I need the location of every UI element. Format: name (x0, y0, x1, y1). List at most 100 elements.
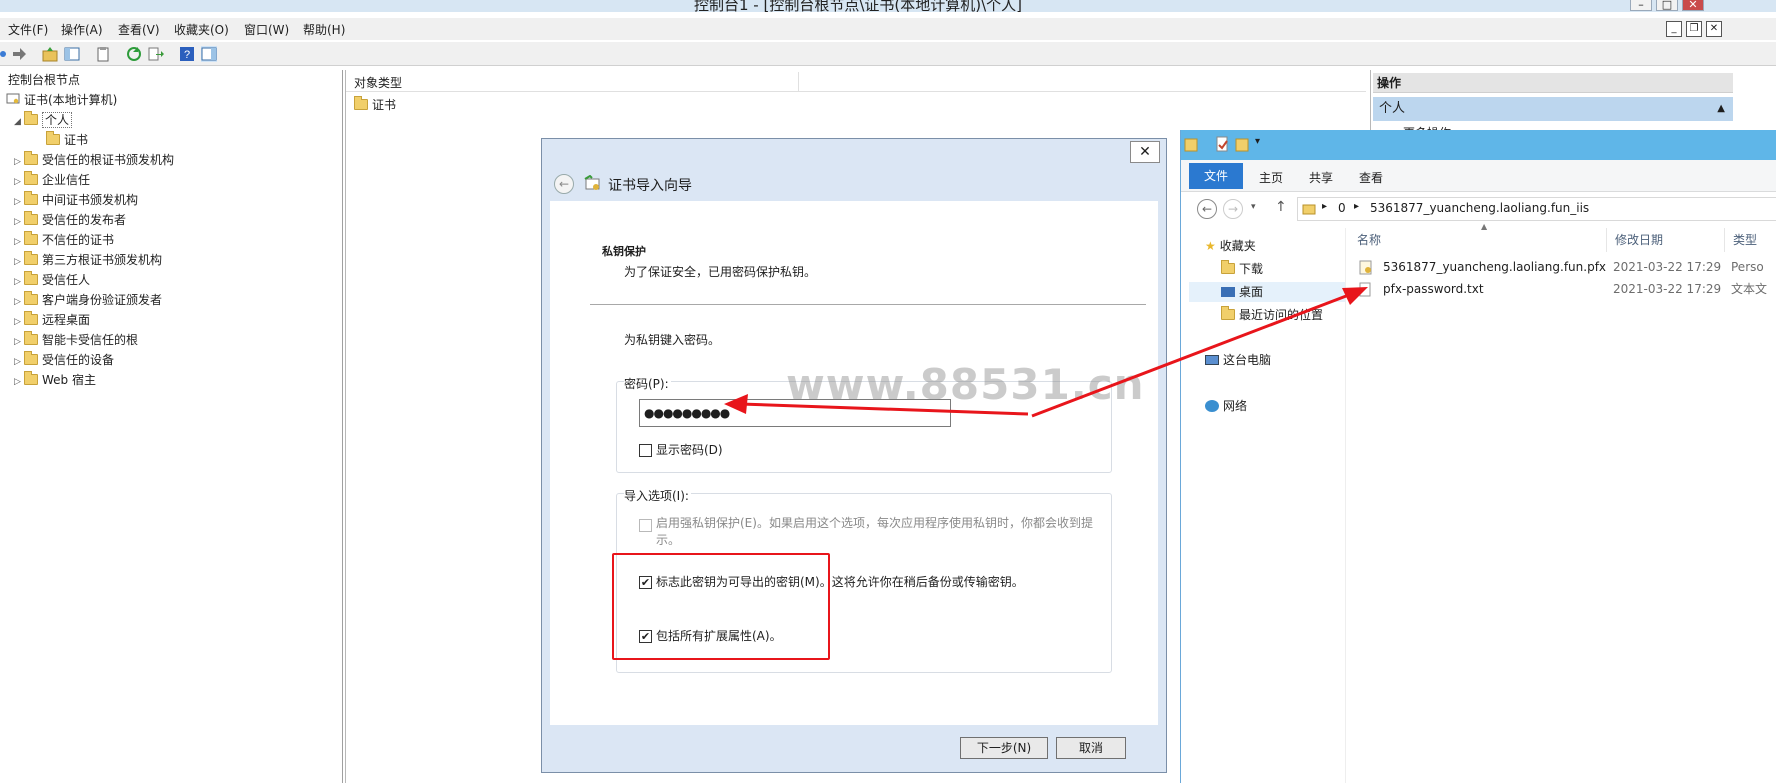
recent-locations-icon[interactable]: ▾ (1251, 202, 1256, 212)
tree-item[interactable]: ▷ 受信任的设备 (14, 350, 114, 370)
properties-icon[interactable] (1215, 136, 1229, 152)
up-folder-icon[interactable] (42, 46, 58, 62)
up-arrow-icon[interactable]: ↑ (1275, 199, 1287, 215)
tree-item[interactable]: ▷ 不信任的证书 (14, 230, 114, 250)
nav-favorites[interactable]: ★ 收藏夹 (1205, 236, 1256, 256)
nav-forward-button[interactable]: → (1223, 199, 1243, 219)
wizard-close-button[interactable]: ✕ (1130, 141, 1160, 163)
menu-window[interactable]: 窗口(W) (244, 21, 289, 38)
menu-help[interactable]: 帮助(H) (303, 21, 345, 38)
mdi-minimize-button[interactable]: _ (1666, 21, 1682, 37)
close-window-button[interactable]: ✕ (1682, 0, 1704, 11)
mdi-close-button[interactable]: ✕ (1706, 21, 1722, 37)
expand-icon[interactable]: ▷ (14, 332, 24, 352)
actions-header: 操作 (1373, 73, 1733, 93)
back-icon[interactable] (0, 46, 10, 62)
file-type: 文本文 (1731, 282, 1768, 296)
expand-icon[interactable]: ▷ (14, 312, 24, 332)
expand-icon[interactable]: ▷ (14, 152, 24, 172)
menu-action[interactable]: 操作(A) (61, 21, 103, 38)
next-button[interactable]: 下一步(N) (960, 737, 1048, 759)
refresh-icon[interactable] (126, 46, 142, 62)
ribbon-tab-view[interactable]: 查看 (1359, 169, 1383, 186)
tree-item-label: 智能卡受信任的根 (42, 333, 139, 347)
tree-item-personal[interactable]: ◢ 个人 (14, 110, 73, 132)
column-type[interactable]: 类型 (1725, 228, 1776, 252)
ribbon-tab-share[interactable]: 共享 (1309, 169, 1333, 186)
tree-item[interactable]: ▷ 中间证书颁发机构 (14, 190, 138, 210)
collapse-icon[interactable]: ◢ (14, 112, 24, 132)
file-type: Perso (1731, 260, 1764, 274)
tree-item[interactable]: ▷ 智能卡受信任的根 (14, 330, 138, 350)
show-password-label[interactable]: 显示密码(D) (656, 441, 723, 458)
forward-icon[interactable] (11, 46, 27, 62)
tree-item-personal-certificates[interactable]: 证书 (46, 130, 88, 150)
expand-icon[interactable]: ▷ (14, 192, 24, 212)
show-password-checkbox[interactable] (639, 444, 652, 457)
expand-icon[interactable]: ▷ (14, 232, 24, 252)
expand-icon[interactable]: ▷ (14, 252, 24, 272)
expand-icon[interactable]: ▷ (14, 272, 24, 292)
nav-downloads[interactable]: 下载 (1221, 259, 1263, 279)
address-bar[interactable]: ▸ 0 ▸ 5361877_yuancheng.laoliang.fun_iis (1297, 197, 1776, 221)
help-icon[interactable]: ? (179, 46, 195, 62)
expand-icon[interactable]: ▷ (14, 212, 24, 232)
ribbon-tab-file[interactable]: 文件 (1189, 163, 1243, 189)
password-prompt: 为私钥键入密码。 (624, 333, 721, 347)
menu-file[interactable]: 文件(F) (8, 21, 48, 38)
show-hide-tree-icon[interactable] (64, 46, 80, 62)
quick-access-dropdown-icon[interactable]: ▾ (1255, 136, 1260, 147)
computer-icon (1205, 355, 1219, 365)
file-row[interactable]: 5361877_yuancheng.laoliang.fun.pfx 2021-… (1349, 256, 1776, 278)
new-folder-icon[interactable] (1235, 136, 1249, 152)
tree-item[interactable]: ▷ 受信任的发布者 (14, 210, 126, 230)
menu-view[interactable]: 查看(V) (118, 21, 160, 38)
nav-back-button[interactable]: ← (1197, 199, 1217, 219)
minimize-button[interactable]: – (1630, 0, 1652, 11)
nav-network[interactable]: 网络 (1205, 396, 1247, 416)
cancel-button[interactable]: 取消 (1056, 737, 1126, 759)
nav-recent[interactable]: 最近访问的位置 (1221, 305, 1323, 325)
expand-icon[interactable]: ▷ (14, 372, 24, 392)
tree-item[interactable]: ▷ 企业信任 (14, 170, 90, 190)
column-date-modified[interactable]: 修改日期 (1607, 228, 1725, 252)
show-hide-action-pane-icon[interactable] (201, 46, 217, 62)
breadcrumb-drive[interactable]: 0 (1338, 201, 1346, 215)
menu-favorites[interactable]: 收藏夹(O) (174, 21, 229, 38)
wizard-back-button[interactable]: ← (554, 174, 574, 194)
results-row-certificates[interactable]: 证书 (354, 96, 396, 113)
file-row[interactable]: pfx-password.txt 2021-03-22 17:29 文本文 (1349, 278, 1776, 300)
tree-item[interactable]: ▷ 远程桌面 (14, 310, 90, 330)
file-date: 2021-03-22 17:29 (1613, 282, 1722, 296)
tree-item[interactable]: ▷ Web 宿主 (14, 370, 96, 390)
actions-personal[interactable]: 个人 ▲ (1373, 97, 1733, 121)
tree-item[interactable]: ▷ 受信任的根证书颁发机构 (14, 150, 174, 170)
column-name[interactable]: 名称 (1349, 228, 1607, 252)
expand-icon[interactable]: ▷ (14, 172, 24, 192)
tree-item-label: Web 宿主 (42, 373, 96, 387)
maximize-button[interactable]: □ (1656, 0, 1678, 11)
expand-icon[interactable]: ▷ (14, 292, 24, 312)
watermark: www.88531.cn (786, 360, 1145, 409)
column-object-type[interactable]: 对象类型 (354, 74, 402, 91)
collapse-triangle-icon[interactable]: ▲ (1717, 97, 1725, 121)
mdi-restore-button[interactable]: ❐ (1686, 21, 1702, 37)
export-list-icon[interactable] (148, 46, 164, 62)
certificate-wizard-icon (584, 175, 600, 190)
tree-certificates-store[interactable]: 证书(本地计算机) (6, 90, 117, 110)
tree-item[interactable]: ▷ 受信任人 (14, 270, 90, 290)
navigation-pane: ★ 收藏夹 下载 桌面 最近访问的位置 这台电脑 网络 (1181, 228, 1346, 783)
tree-item[interactable]: ▷ 客户端身份验证颁发者 (14, 290, 162, 310)
ribbon-tab-home[interactable]: 主页 (1259, 169, 1283, 186)
section-divider (590, 304, 1146, 305)
clipboard-icon[interactable] (95, 46, 111, 62)
breadcrumb-folder[interactable]: 5361877_yuancheng.laoliang.fun_iis (1370, 201, 1589, 215)
tree-root[interactable]: 控制台根节点 (8, 70, 80, 90)
tree-item[interactable]: ▷ 第三方根证书颁发机构 (14, 250, 162, 270)
strong-protection-checkbox[interactable] (639, 519, 652, 532)
expand-icon[interactable]: ▷ (14, 352, 24, 372)
folder-icon (24, 291, 38, 305)
nav-desktop[interactable]: 桌面 (1189, 282, 1345, 302)
nav-this-pc[interactable]: 这台电脑 (1205, 350, 1271, 370)
tree-item-label: 受信任的发布者 (42, 213, 127, 227)
